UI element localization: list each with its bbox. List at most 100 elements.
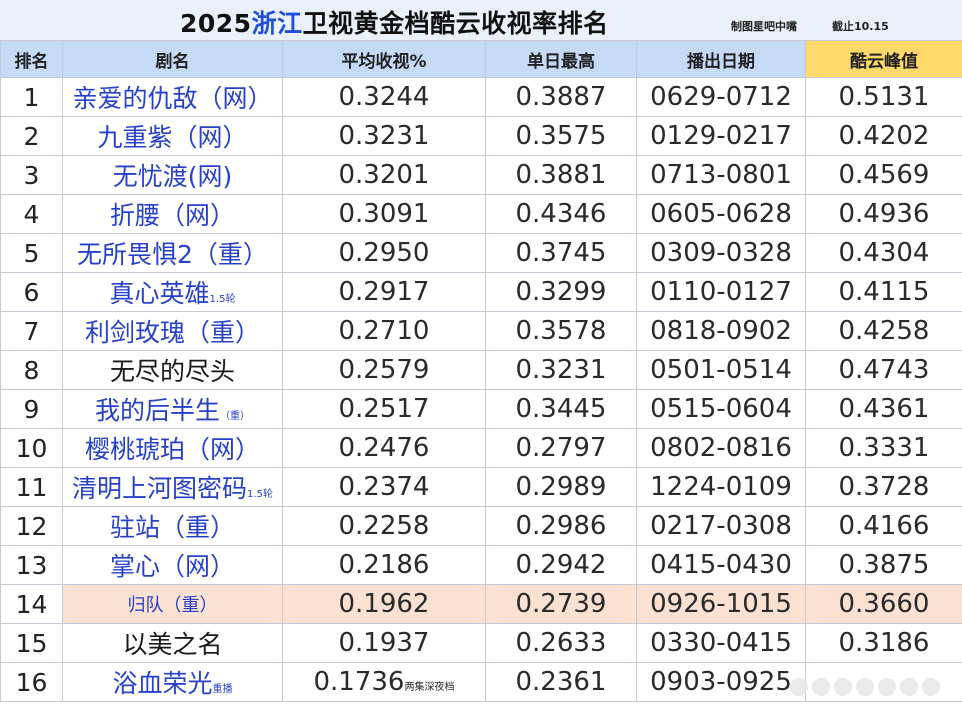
peak-text: 0.4304 <box>838 238 930 268</box>
daily-max-text: 0.2739 <box>515 589 607 619</box>
name-note: 1.5轮 <box>209 294 236 305</box>
air-dates-text: 0926-1015 <box>650 589 792 619</box>
drama-name-cell: 九重紫（网） <box>62 116 283 156</box>
avg-rating-cell: 0.1937 <box>282 623 486 663</box>
table-row[interactable]: 14 归队（重） 0.1962 0.2739 0926-1015 0.3660 <box>0 584 962 624</box>
peak-cell: 0.4166 <box>805 506 962 546</box>
daily-max-cell: 0.2739 <box>485 584 637 624</box>
daily-max-cell: 0.3578 <box>485 311 637 351</box>
drama-name-cell: 亲爱的仇敌（网） <box>62 77 283 117</box>
table-row[interactable]: 1 亲爱的仇敌（网） 0.3244 0.3887 0629-0712 0.5131 <box>0 77 962 117</box>
drama-name-text: 以美之名 <box>122 630 223 659</box>
avg-rating-cell: 0.2710 <box>282 311 486 351</box>
table-row[interactable]: 15 以美之名 0.1937 0.2633 0330-0415 0.3186 <box>0 623 962 663</box>
watermark-dot <box>834 678 852 696</box>
avg-rating-cell: 0.2917 <box>282 272 486 312</box>
col-header-rank[interactable]: 排名 <box>0 40 63 78</box>
rank-cell: 11 <box>0 467 63 507</box>
drama-name-cell: 无忧渡(网) <box>62 155 283 195</box>
watermark-dot <box>790 678 808 696</box>
air-dates-cell: 0903-0925 <box>636 662 806 702</box>
daily-max-cell: 0.2989 <box>485 467 637 507</box>
rank-cell: 4 <box>0 194 63 234</box>
table-row[interactable]: 7 利剑玫瑰（重） 0.2710 0.3578 0818-0902 0.4258 <box>0 311 962 351</box>
drama-name-cell: 以美之名 <box>62 623 283 663</box>
title-channel-highlight: 浙江 <box>251 9 303 38</box>
air-dates-cell: 0415-0430 <box>636 545 806 585</box>
title-year: 2025 <box>180 9 252 38</box>
peak-text: 0.4202 <box>838 121 930 151</box>
watermark-dot <box>878 678 896 696</box>
avg-rating-text: 0.2476 <box>338 433 430 463</box>
rank-text: 7 <box>23 316 40 346</box>
air-dates-cell: 0501-0514 <box>636 350 806 390</box>
rank-text: 13 <box>15 550 48 580</box>
table-row[interactable]: 10 樱桃琥珀（网） 0.2476 0.2797 0802-0816 0.3331 <box>0 428 962 468</box>
table-row[interactable]: 11 清明上河图密码1.5轮 0.2374 0.2989 1224-0109 0.3728 <box>0 467 962 507</box>
table-row[interactable]: 9 我的后半生（重） 0.2517 0.3445 0515-0604 0.4361 <box>0 389 962 429</box>
air-dates-cell: 0515-0604 <box>636 389 806 429</box>
rank-cell: 2 <box>0 116 63 156</box>
air-dates-cell: 0629-0712 <box>636 77 806 117</box>
peak-cell: 0.4569 <box>805 155 962 195</box>
peak-cell: 0.3875 <box>805 545 962 585</box>
avg-rating-text: 0.2579 <box>338 355 430 385</box>
air-dates-text: 1224-0109 <box>650 472 792 502</box>
peak-cell: 0.4304 <box>805 233 962 273</box>
daily-max-text: 0.3578 <box>515 316 607 346</box>
peak-cell: 0.3186 <box>805 623 962 663</box>
air-dates-text: 0629-0712 <box>650 82 792 112</box>
watermark <box>790 676 955 698</box>
drama-name-cell: 清明上河图密码1.5轮 <box>62 467 283 507</box>
rank-cell: 6 <box>0 272 63 312</box>
table-row[interactable]: 5 无所畏惧2（重） 0.2950 0.3745 0309-0328 0.4304 <box>0 233 962 273</box>
table-row[interactable]: 8 无尽的尽头 0.2579 0.3231 0501-0514 0.4743 <box>0 350 962 390</box>
drama-name-text: 九重紫（网） <box>97 123 248 152</box>
air-dates-text: 0903-0925 <box>650 667 792 697</box>
col-header-max[interactable]: 单日最高 <box>485 40 637 78</box>
table-row[interactable]: 13 掌心（网） 0.2186 0.2942 0415-0430 0.3875 <box>0 545 962 585</box>
rank-cell: 10 <box>0 428 63 468</box>
air-dates-cell: 0330-0415 <box>636 623 806 663</box>
col-header-peak[interactable]: 酷云峰值 <box>805 40 962 78</box>
air-dates-cell: 0605-0628 <box>636 194 806 234</box>
drama-name-text: 无尽的尽头 <box>109 357 235 386</box>
table-row[interactable]: 3 无忧渡(网) 0.3201 0.3881 0713-0801 0.4569 <box>0 155 962 195</box>
air-dates-text: 0515-0604 <box>650 394 792 424</box>
air-dates-cell: 0217-0308 <box>636 506 806 546</box>
table-row[interactable]: 2 九重紫（网） 0.3231 0.3575 0129-0217 0.4202 <box>0 116 962 156</box>
daily-max-text: 0.3887 <box>515 82 607 112</box>
air-dates-text: 0605-0628 <box>650 199 792 229</box>
col-header-dates[interactable]: 播出日期 <box>636 40 806 78</box>
avg-rating-text: 0.2374 <box>338 472 430 502</box>
air-dates-text: 0818-0902 <box>650 316 792 346</box>
peak-cell: 0.3728 <box>805 467 962 507</box>
col-header-name[interactable]: 剧名 <box>62 40 283 78</box>
drama-name-cell: 掌心（网） <box>62 545 283 585</box>
avg-rating-cell: 0.2476 <box>282 428 486 468</box>
avg-rating-cell: 0.3201 <box>282 155 486 195</box>
peak-text: 0.3875 <box>838 550 930 580</box>
table-row[interactable]: 4 折腰（网） 0.3091 0.4346 0605-0628 0.4936 <box>0 194 962 234</box>
rank-cell: 9 <box>0 389 63 429</box>
peak-text: 0.4361 <box>838 394 930 424</box>
rank-text: 3 <box>23 160 40 190</box>
col-header-avg[interactable]: 平均收视% <box>282 40 486 78</box>
peak-text: 0.4115 <box>838 277 930 307</box>
cutoff-date: 截止10.15 <box>832 20 889 33</box>
air-dates-text: 0217-0308 <box>650 511 792 541</box>
table-row[interactable]: 6 真心英雄1.5轮 0.2917 0.3299 0110-0127 0.4115 <box>0 272 962 312</box>
avg-rating-cell: 0.2517 <box>282 389 486 429</box>
peak-text: 0.3728 <box>838 472 930 502</box>
daily-max-cell: 0.2361 <box>485 662 637 702</box>
table-row[interactable]: 12 驻站（重） 0.2258 0.2986 0217-0308 0.4166 <box>0 506 962 546</box>
avg-rating-text: 0.2186 <box>338 550 430 580</box>
daily-max-cell: 0.2986 <box>485 506 637 546</box>
avg-rating-text: 0.2710 <box>338 316 430 346</box>
peak-cell: 0.5131 <box>805 77 962 117</box>
peak-cell: 0.3660 <box>805 584 962 624</box>
air-dates-text: 0501-0514 <box>650 355 792 385</box>
rank-text: 2 <box>23 121 40 151</box>
daily-max-text: 0.3445 <box>515 394 607 424</box>
avg-rating-cell: 0.3231 <box>282 116 486 156</box>
